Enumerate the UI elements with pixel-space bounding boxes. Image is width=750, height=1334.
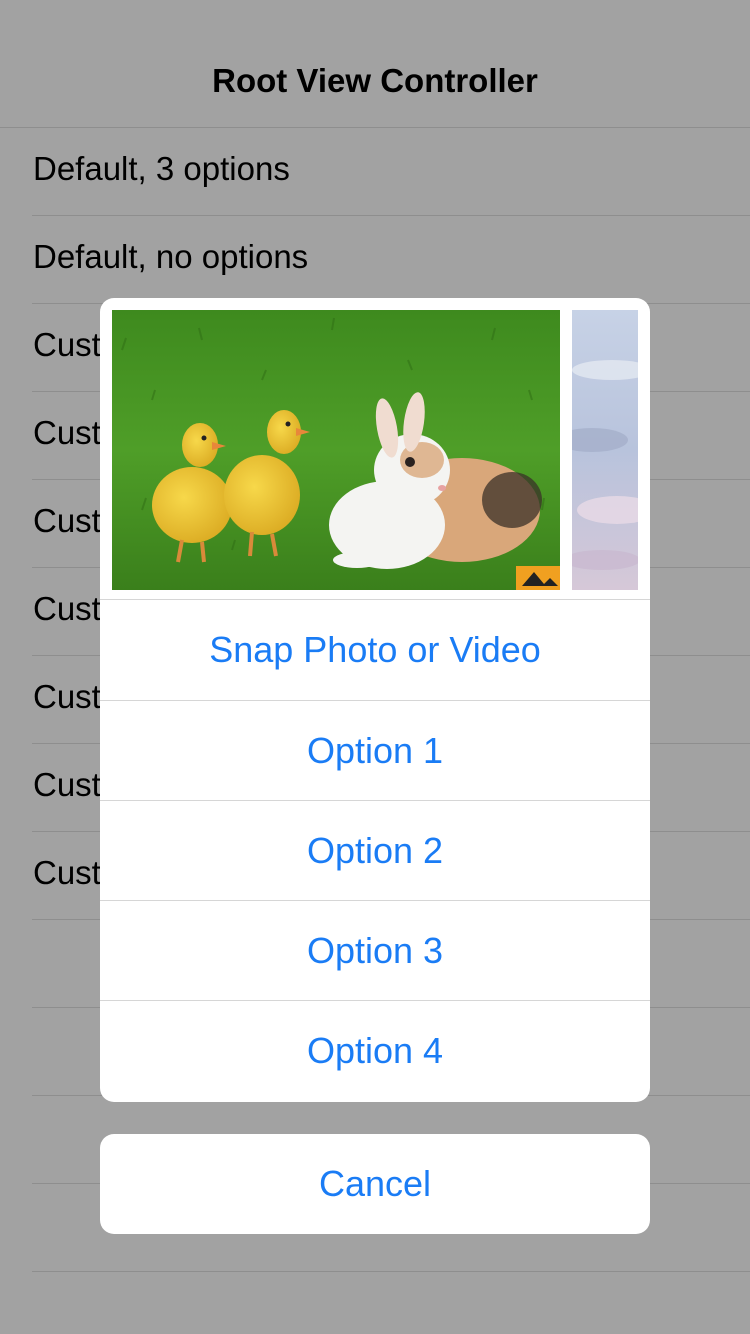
table-row[interactable]: Default, no options <box>32 216 750 304</box>
row-label: Cust <box>33 326 101 363</box>
option-4-button[interactable]: Option 4 <box>100 1000 650 1100</box>
row-label: Cust <box>33 414 101 451</box>
row-label: Cust <box>33 766 101 803</box>
option-2-button[interactable]: Option 2 <box>100 800 650 900</box>
photo-thumbnail[interactable] <box>112 310 560 590</box>
row-label: Cust <box>33 854 101 891</box>
option-3-button[interactable]: Option 3 <box>100 900 650 1000</box>
navigation-bar: Root View Controller <box>0 0 750 128</box>
photo-preview-strip[interactable] <box>100 298 650 600</box>
row-label: Cust <box>33 502 101 539</box>
nav-title: Root View Controller <box>212 62 538 99</box>
photo-thumbnail[interactable] <box>572 310 638 590</box>
table-row[interactable]: Default, 3 options <box>32 128 750 216</box>
row-label: Default, no options <box>33 238 309 275</box>
action-sheet: Snap Photo or Video Option 1 Option 2 Op… <box>100 298 650 1102</box>
row-label: Cust <box>33 678 101 715</box>
snap-photo-or-video-button[interactable]: Snap Photo or Video <box>100 600 650 700</box>
option-1-button[interactable]: Option 1 <box>100 700 650 800</box>
cancel-button[interactable]: Cancel <box>100 1134 650 1234</box>
row-label: Default, 3 options <box>33 150 290 187</box>
row-label: Cust <box>33 590 101 627</box>
